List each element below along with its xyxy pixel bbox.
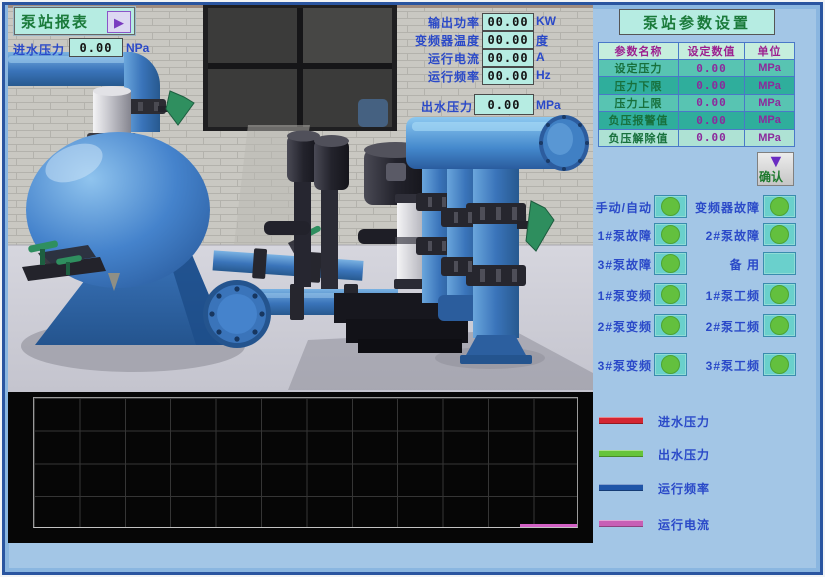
col-header-name: 参数名称	[599, 43, 678, 59]
indicator-label-pump2-mains: 2#泵工频	[706, 318, 760, 335]
indicator-label-spare: 备 用	[730, 256, 760, 273]
inlet-pressure-label: 进水压力	[13, 41, 65, 58]
output-power-label: 输出功率	[428, 14, 480, 31]
lamp-on-dot	[661, 254, 680, 273]
status-lamp-vfd-fault	[763, 195, 796, 218]
inlet-pressure-unit: NPa	[126, 41, 149, 55]
window	[203, 5, 397, 131]
param-setpoint-field[interactable]: 0.00	[678, 60, 744, 76]
inverter-temp-label: 变频器温度	[415, 32, 480, 49]
table-row: 压力下限 0.00 MPa	[599, 76, 794, 93]
lamp-on-dot	[661, 197, 680, 216]
status-lamp-pump3-vfd	[654, 353, 687, 376]
indicator-label-manual-auto: 手动/自动	[596, 199, 652, 216]
trend-plot-area	[33, 397, 578, 528]
param-name: 设定压力	[599, 60, 678, 76]
legend-label-outlet-pressure: 出水压力	[658, 446, 710, 463]
table-row: 负压解除值 0.00 MPa	[599, 129, 794, 146]
status-lamp-manual-auto	[654, 195, 687, 218]
settings-panel-title: 泵站参数设置	[619, 9, 775, 35]
parameter-table: 参数名称 设定数值 单位 设定压力 0.00 MPa 压力下限 0.00 MPa…	[598, 42, 795, 147]
status-lamp-spare	[763, 252, 796, 275]
lamp-on-dot	[661, 355, 680, 374]
status-lamp-pump3-fault	[654, 252, 687, 275]
indicator-label-pump3-mains: 3#泵工频	[706, 357, 760, 374]
inlet-pressure-value: 0.00	[69, 38, 123, 57]
indicator-label-pump2-fault: 2#泵故障	[706, 227, 760, 244]
play-triangle-icon[interactable]: ▶	[107, 11, 131, 33]
lamp-on-dot	[661, 225, 680, 244]
lamp-on-dot	[770, 225, 789, 244]
table-row: 设定压力 0.00 MPa	[599, 59, 794, 76]
inverter-temp-value: 00.00	[482, 31, 534, 49]
status-lamp-pump3-mains	[763, 353, 796, 376]
legend-label-running-current: 运行电流	[658, 516, 710, 533]
parameter-table-header: 参数名称 设定数值 单位	[599, 43, 794, 59]
param-unit: MPa	[744, 77, 794, 93]
running-frequency-label: 运行频率	[428, 68, 480, 85]
status-lamp-pump2-fault	[763, 223, 796, 246]
indicator-label-pump2-vfd: 2#泵变频	[598, 318, 652, 335]
lamp-on-dot	[661, 285, 680, 304]
lamp-on-dot	[661, 316, 680, 335]
indicator-label-vfd-fault: 变频器故障	[695, 199, 760, 216]
col-header-value: 设定数值	[678, 43, 744, 59]
report-button-label: 泵站报表	[21, 11, 89, 32]
output-power-value: 00.00	[482, 13, 534, 31]
param-unit: MPa	[744, 112, 794, 128]
legend-swatch-running-frequency	[599, 484, 643, 491]
running-current-unit: A	[536, 50, 545, 64]
running-current-value: 00.00	[482, 49, 534, 67]
outlet-pressure-unit: MPa	[536, 98, 561, 112]
legend-label-inlet-pressure: 进水压力	[658, 413, 710, 430]
confirm-button[interactable]: ▼ 确认	[757, 152, 794, 186]
status-lamp-pump1-fault	[654, 223, 687, 246]
output-power-unit: KW	[536, 14, 556, 28]
running-frequency-value: 00.00	[482, 67, 534, 85]
running-current-trace	[520, 524, 577, 527]
indicator-label-pump3-vfd: 3#泵变频	[598, 357, 652, 374]
hmi-screen: 泵站报表 ▶ 进水压力 0.00 NPa 输出功率 00.00 KW 变频器温度…	[0, 0, 825, 577]
status-lamp-pump1-mains	[763, 283, 796, 306]
param-setpoint-field[interactable]: 0.00	[678, 112, 744, 128]
indicator-label-pump1-fault: 1#泵故障	[598, 227, 652, 244]
lamp-on-dot	[770, 316, 789, 335]
status-lamp-pump2-mains	[763, 314, 796, 337]
legend-label-running-frequency: 运行频率	[658, 480, 710, 497]
status-lamp-pump2-vfd	[654, 314, 687, 337]
running-frequency-unit: Hz	[536, 68, 551, 82]
param-name: 压力下限	[599, 77, 678, 93]
indicator-label-pump1-mains: 1#泵工频	[706, 287, 760, 304]
table-row: 负压报警值 0.00 MPa	[599, 111, 794, 128]
lamp-on-dot	[770, 197, 789, 216]
param-name: 压力上限	[599, 95, 678, 111]
legend-swatch-inlet-pressure	[599, 417, 643, 424]
table-row: 压力上限 0.00 MPa	[599, 94, 794, 111]
col-header-unit: 单位	[744, 43, 794, 59]
inverter-temp-unit: 度	[536, 32, 548, 49]
param-setpoint-field[interactable]: 0.00	[678, 95, 744, 111]
param-setpoint-field[interactable]: 0.00	[678, 130, 744, 146]
status-lamp-pump1-vfd	[654, 283, 687, 306]
outlet-pressure-value: 0.00	[474, 94, 534, 115]
param-unit: MPa	[744, 130, 794, 146]
trend-chart	[8, 392, 593, 543]
confirm-button-label: 确认	[759, 168, 783, 185]
param-name: 负压解除值	[599, 130, 678, 146]
param-name: 负压报警值	[599, 112, 678, 128]
indicator-label-pump3-fault: 3#泵故障	[598, 256, 652, 273]
discharge-header-pipe	[406, 115, 589, 171]
legend-swatch-running-current	[599, 520, 643, 527]
param-unit: MPa	[744, 60, 794, 76]
legend-swatch-outlet-pressure	[599, 450, 643, 457]
lamp-on-dot	[770, 355, 789, 374]
indicator-label-pump1-vfd: 1#泵变频	[598, 287, 652, 304]
lamp-on-dot	[770, 285, 789, 304]
param-setpoint-field[interactable]: 0.00	[678, 77, 744, 93]
running-current-label: 运行电流	[428, 50, 480, 67]
param-unit: MPa	[744, 95, 794, 111]
report-button[interactable]: 泵站报表 ▶	[14, 7, 135, 35]
outlet-pressure-label: 出水压力	[421, 98, 473, 115]
